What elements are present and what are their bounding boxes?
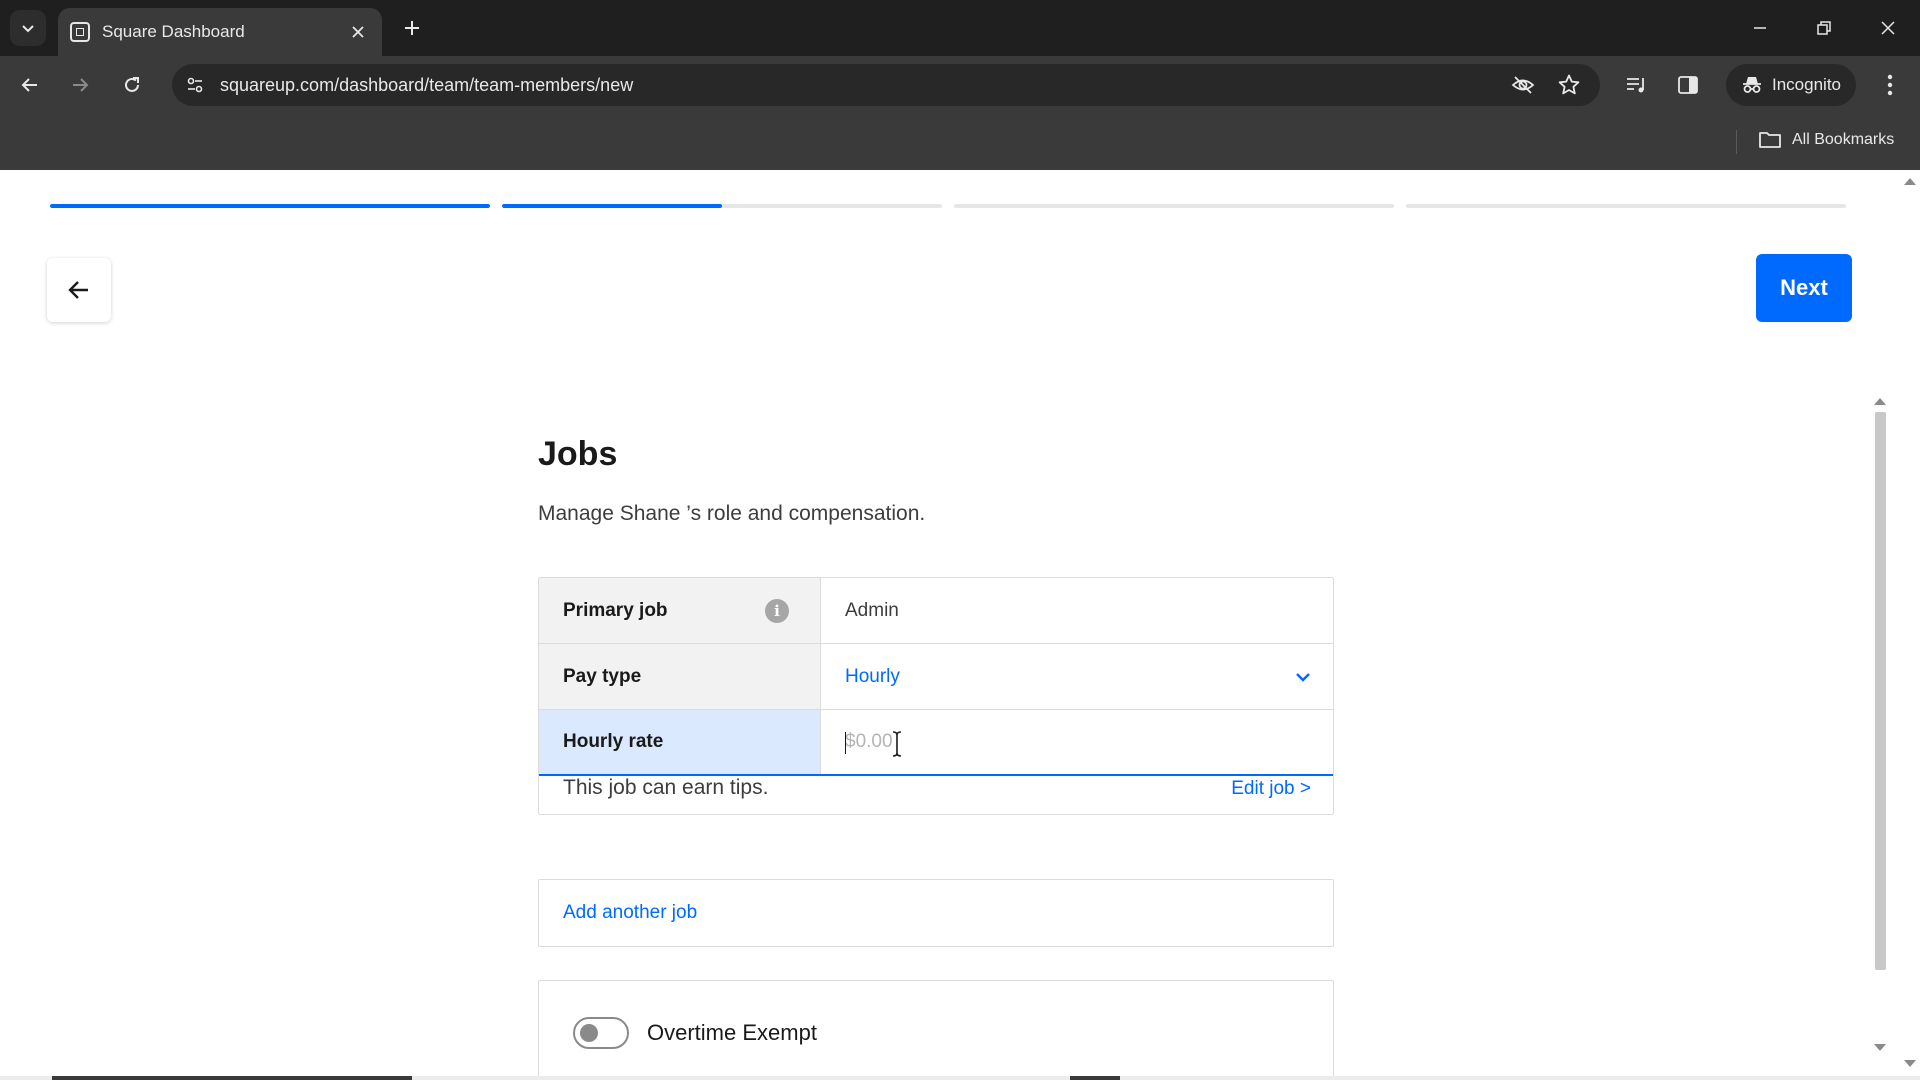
- restore-button[interactable]: [1792, 0, 1856, 56]
- new-tab-button[interactable]: [396, 12, 428, 44]
- incognito-label: Incognito: [1772, 75, 1841, 94]
- browser-tabstrip: Square Dashboard: [0, 0, 1920, 56]
- tracking-protection-icon: [1511, 76, 1535, 94]
- bottom-bar-segment: [1070, 1076, 1120, 1080]
- bookmarks-bar: All Bookmarks: [0, 114, 1920, 170]
- hourly-rate-label: Hourly rate: [539, 710, 821, 774]
- edit-job-link[interactable]: Edit job >: [1231, 778, 1311, 800]
- close-icon: [352, 26, 364, 38]
- back-nav-button[interactable]: [12, 67, 48, 103]
- toggle-knob: [580, 1024, 598, 1042]
- scroll-down-icon[interactable]: [1874, 1044, 1886, 1051]
- chevron-down-icon: [22, 25, 34, 33]
- arrow-right-icon: [73, 78, 89, 92]
- bookmarks-divider: [1736, 130, 1737, 154]
- tips-text: This job can earn tips.: [563, 776, 769, 799]
- bookmark-star-icon[interactable]: [1554, 70, 1584, 100]
- page-scroll-up-icon[interactable]: [1904, 178, 1916, 185]
- more-vertical-icon: [1887, 74, 1893, 96]
- page-subtitle: Manage Shane ’s role and compensation.: [538, 502, 926, 525]
- tab-close-button[interactable]: [344, 18, 372, 46]
- progress-step-2-fill: [502, 204, 722, 208]
- tips-row: This job can earn tips. Edit job >: [539, 776, 1333, 814]
- side-panel-icon: [1678, 76, 1698, 94]
- overtime-exempt-label: Overtime Exempt: [647, 1020, 817, 1045]
- browser-toolbar: squareup.com/dashboard/team/team-members…: [0, 56, 1920, 114]
- all-bookmarks-button[interactable]: All Bookmarks: [1758, 130, 1894, 150]
- plus-icon: [405, 21, 419, 35]
- inner-scrollbar[interactable]: [1870, 396, 1890, 1056]
- page-scroll-down-icon[interactable]: [1904, 1060, 1916, 1067]
- arrow-left-icon: [68, 281, 88, 299]
- close-icon: [1881, 21, 1895, 35]
- forward-nav-button[interactable]: [62, 67, 98, 103]
- next-button[interactable]: Next: [1756, 254, 1852, 322]
- progress-step-1-fill: [50, 204, 490, 208]
- info-icon[interactable]: i: [765, 599, 789, 623]
- add-job-card[interactable]: Add another job: [538, 879, 1334, 947]
- job-card: Primary job i Admin Pay type Hourly Hour…: [538, 577, 1334, 815]
- tab-title: Square Dashboard: [102, 22, 245, 41]
- page-scrollbar[interactable]: [1900, 170, 1920, 1080]
- arrow-left-icon: [21, 78, 37, 92]
- site-settings-icon[interactable]: [180, 70, 210, 100]
- pay-type-label: Pay type: [539, 644, 821, 709]
- browser-tab[interactable]: Square Dashboard: [58, 8, 382, 56]
- reload-icon: [125, 77, 139, 92]
- text-cursor-icon: [892, 731, 902, 757]
- text-caret: [845, 732, 846, 754]
- incognito-indicator[interactable]: Incognito: [1726, 64, 1856, 106]
- tab-search-button[interactable]: [10, 10, 46, 46]
- back-button[interactable]: [47, 258, 111, 322]
- bottom-bar-segment: [52, 1076, 412, 1080]
- bottom-loading-bar: [0, 1076, 1920, 1080]
- page-content: Next Jobs Manage Shane ’s role and compe…: [0, 170, 1920, 1080]
- media-controls-button[interactable]: [1618, 67, 1654, 103]
- primary-job-value[interactable]: Admin: [821, 578, 1333, 643]
- progress-step-4: [1406, 204, 1846, 208]
- reload-button[interactable]: [114, 67, 150, 103]
- minimize-icon: [1754, 27, 1766, 29]
- add-another-job-link[interactable]: Add another job: [563, 902, 697, 924]
- scroll-thumb[interactable]: [1875, 412, 1886, 970]
- minimize-button[interactable]: [1728, 0, 1792, 56]
- side-panel-button[interactable]: [1670, 67, 1706, 103]
- close-window-button[interactable]: [1856, 0, 1920, 56]
- incognito-icon: [1743, 77, 1761, 93]
- progress-step-3: [954, 204, 1394, 208]
- overtime-exempt-toggle[interactable]: [573, 1017, 629, 1049]
- overtime-card: Overtime Exempt: [538, 980, 1334, 1080]
- browser-menu-button[interactable]: [1872, 67, 1908, 103]
- primary-job-row: Primary job i Admin: [539, 578, 1333, 644]
- tune-icon: [187, 77, 203, 93]
- scroll-up-icon[interactable]: [1874, 398, 1886, 405]
- star-icon: [1558, 74, 1580, 95]
- chevron-down-icon[interactable]: [1295, 669, 1311, 685]
- playlist-icon: [1627, 78, 1644, 93]
- pay-type-row[interactable]: Pay type Hourly: [539, 644, 1333, 710]
- restore-icon: [1817, 21, 1831, 35]
- eye-off-icon[interactable]: [1508, 70, 1538, 100]
- progress-step-1: [50, 204, 490, 208]
- address-bar[interactable]: squareup.com/dashboard/team/team-members…: [172, 64, 1600, 106]
- square-favicon-icon: [70, 22, 90, 42]
- hourly-rate-row[interactable]: Hourly rate: [539, 710, 1333, 776]
- folder-icon: [1759, 132, 1781, 148]
- all-bookmarks-label: All Bookmarks: [1792, 131, 1895, 148]
- pay-type-select[interactable]: Hourly: [821, 644, 1333, 709]
- page-title: Jobs: [538, 435, 618, 473]
- url-text[interactable]: squareup.com/dashboard/team/team-members…: [220, 75, 633, 96]
- progress-step-2: [502, 204, 942, 208]
